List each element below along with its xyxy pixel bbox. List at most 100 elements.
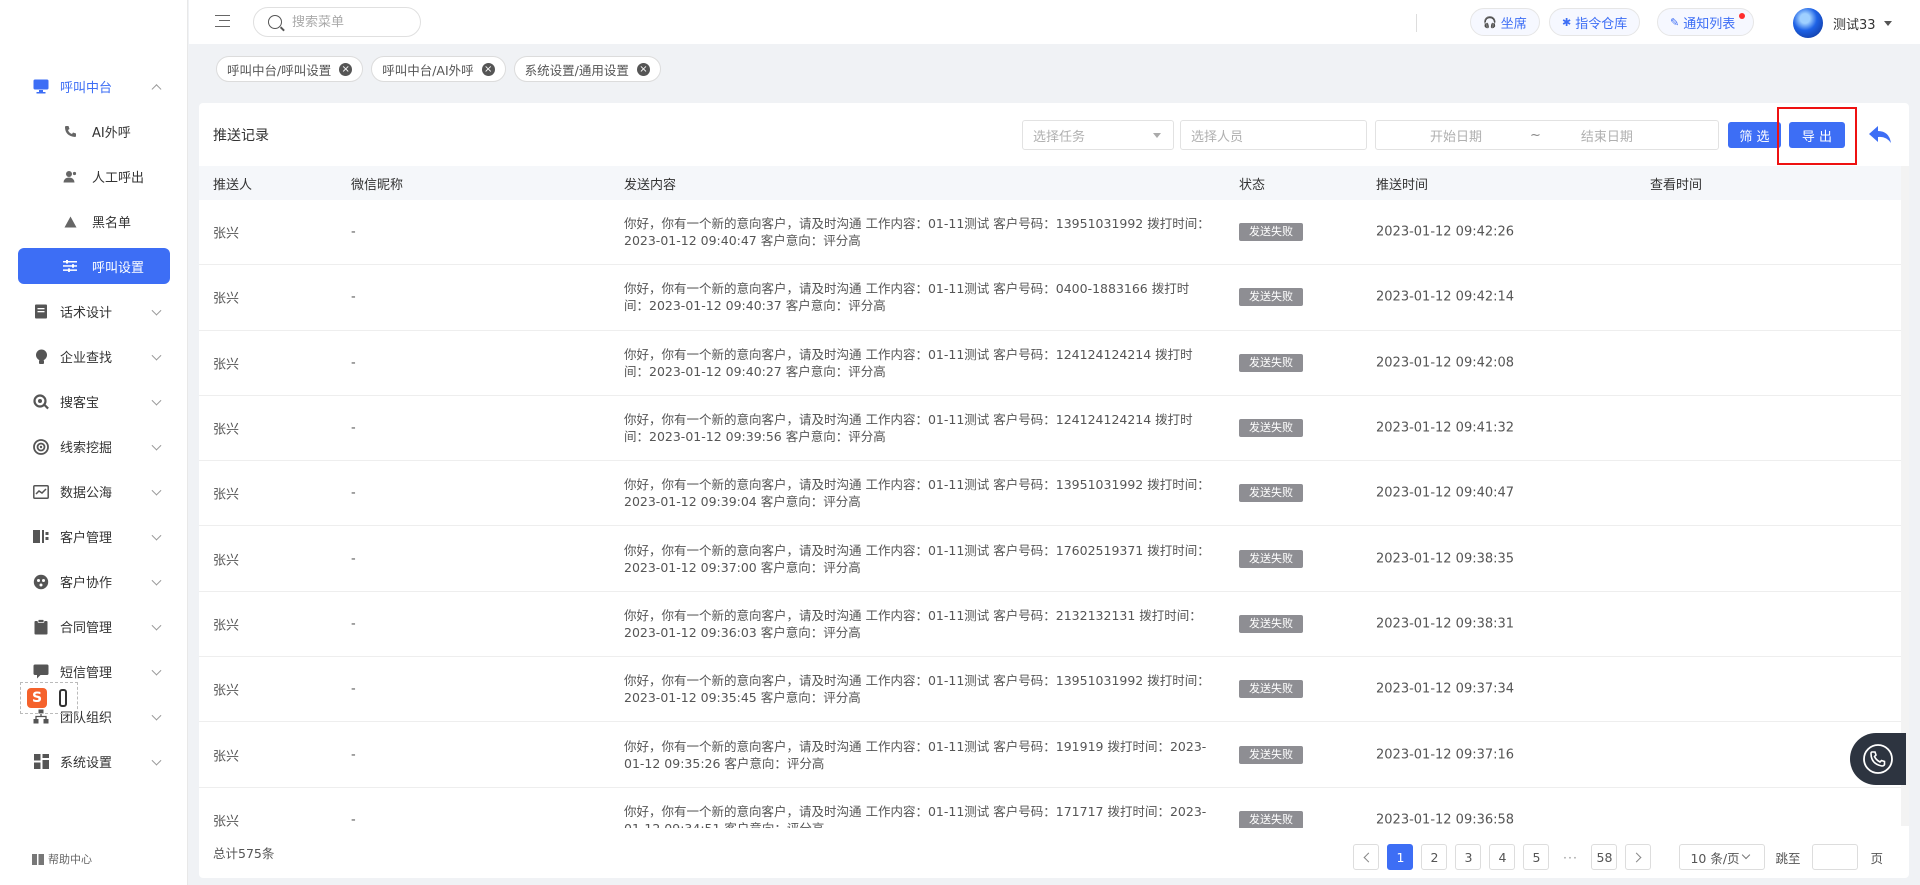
table-row[interactable]: 张兴 - 你好，你有一个新的意向客户，请及时沟通 工作内容：01-11测试 客户… bbox=[199, 526, 1909, 592]
sidebar-item-customer-collaboration[interactable]: 客户协作 bbox=[0, 559, 188, 604]
sidebar-item-soukebao[interactable]: 搜客宝 bbox=[0, 379, 188, 424]
table-row[interactable]: 张兴 - 你好，你有一个新的意向客户，请及时沟通 工作内容：01-11测试 客户… bbox=[199, 657, 1909, 723]
topbar: 🎧 坐席 ✱ 指令仓库 ✎ 通知列表 测试33 bbox=[189, 0, 1920, 44]
sidebar-item-lead-mining[interactable]: 线索挖掘 bbox=[0, 424, 188, 469]
sidebar-item-label: 话术设计 bbox=[60, 306, 113, 321]
chevron-down-icon bbox=[151, 575, 162, 586]
end-date-placeholder: 结束日期 bbox=[1580, 129, 1633, 145]
page-button[interactable]: 3 bbox=[1455, 844, 1482, 870]
table-row[interactable]: 张兴 - 你好，你有一个新的意向客户，请及时沟通 工作内容：01-11测试 客户… bbox=[199, 200, 1909, 266]
sidebar-item-company-search[interactable]: 企业查找 bbox=[0, 334, 188, 379]
next-page-button[interactable] bbox=[1625, 844, 1652, 870]
cell-push-time: 2023-01-12 09:42:14 bbox=[1376, 289, 1515, 305]
sidebar-nav: 呼叫中台 AI外呼 人工呼出 黑名单 呼叫设置 话术设计 企业查找 搜客宝 线索… bbox=[0, 64, 188, 784]
phone-icon bbox=[62, 124, 78, 140]
page-button[interactable]: 1 bbox=[1387, 844, 1414, 870]
sidebar-item-label: 数据公海 bbox=[60, 486, 113, 501]
table-body: 张兴 - 你好，你有一个新的意向客户，请及时沟通 工作内容：01-11测试 客户… bbox=[199, 200, 1909, 828]
table-row[interactable]: 张兴 - 你好，你有一个新的意向客户，请及时沟通 工作内容：01-11测试 客户… bbox=[199, 788, 1909, 828]
sidebar-subitem-label: 人工呼出 bbox=[92, 171, 145, 186]
close-icon[interactable]: × bbox=[481, 62, 495, 76]
status-badge: 发送失败 bbox=[1239, 353, 1303, 372]
close-icon[interactable]: × bbox=[339, 62, 353, 76]
menu-collapse-icon[interactable] bbox=[215, 15, 230, 27]
book-icon bbox=[32, 853, 44, 865]
cell-sender: 张兴 bbox=[213, 749, 240, 765]
page-ellipsis[interactable]: ··· bbox=[1557, 844, 1584, 870]
filter-button[interactable]: 筛 选 bbox=[1728, 122, 1781, 148]
person-icon bbox=[62, 169, 78, 185]
command-repo-label: 指令仓库 bbox=[1575, 16, 1628, 32]
cell-sender: 张兴 bbox=[213, 553, 240, 569]
chart-icon bbox=[32, 483, 50, 501]
sidebar-item-call-center[interactable]: 呼叫中台 bbox=[0, 64, 188, 109]
topbar-divider bbox=[1416, 14, 1417, 32]
floating-call-button[interactable] bbox=[1850, 733, 1906, 785]
chevron-down-icon bbox=[151, 440, 162, 451]
table-row[interactable]: 张兴 - 你好，你有一个新的意向客户，请及时沟通 工作内容：01-11测试 客户… bbox=[199, 592, 1909, 658]
page-button[interactable]: 2 bbox=[1421, 844, 1448, 870]
user-menu[interactable]: 测试33 bbox=[1793, 8, 1892, 38]
notification-list-button[interactable]: ✎ 通知列表 bbox=[1657, 8, 1755, 36]
table-row[interactable]: 张兴 - 你好，你有一个新的意向客户，请及时沟通 工作内容：01-11测试 客户… bbox=[199, 461, 1909, 527]
tag-call-settings[interactable]: 呼叫中台/呼叫设置 × bbox=[216, 56, 364, 82]
task-select[interactable]: 选择任务 bbox=[1022, 120, 1174, 150]
page-button[interactable]: 58 bbox=[1591, 844, 1618, 870]
table-row[interactable]: 张兴 - 你好，你有一个新的意向客户，请及时沟通 工作内容：01-11测试 客户… bbox=[199, 331, 1909, 396]
cell-push-time: 2023-01-12 09:37:34 bbox=[1376, 681, 1515, 697]
command-repo-button[interactable]: ✱ 指令仓库 bbox=[1549, 8, 1641, 36]
team-icon bbox=[32, 573, 50, 591]
prev-page-button[interactable] bbox=[1353, 844, 1380, 870]
jump-page-input[interactable] bbox=[1812, 844, 1859, 870]
table-row[interactable]: 张兴 - 你好，你有一个新的意向客户，请及时沟通 工作内容：01-11测试 客户… bbox=[199, 265, 1909, 331]
table-row[interactable]: 张兴 - 你好，你有一个新的意向客户，请及时沟通 工作内容：01-11测试 客户… bbox=[199, 396, 1909, 462]
menu-search[interactable] bbox=[253, 7, 421, 37]
sidebar-item-label: 企业查找 bbox=[60, 351, 113, 366]
table-row[interactable]: 张兴 - 你好，你有一个新的意向客户，请及时沟通 工作内容：01-11测试 客户… bbox=[199, 722, 1909, 788]
ime-toolbar[interactable]: S bbox=[20, 682, 78, 714]
tag-label: 系统设置/通用设置 bbox=[524, 62, 629, 78]
back-icon[interactable] bbox=[1867, 123, 1893, 147]
sidebar: 呼叫中台 AI外呼 人工呼出 黑名单 呼叫设置 话术设计 企业查找 搜客宝 线索… bbox=[0, 0, 188, 885]
tag-general-settings[interactable]: 系统设置/通用设置 × bbox=[513, 56, 661, 82]
table-scrollbar[interactable] bbox=[1901, 166, 1909, 826]
sidebar-item-system-settings[interactable]: 系统设置 bbox=[0, 739, 188, 784]
clipboard-icon bbox=[32, 618, 50, 636]
sidebar-subitem-manual-call[interactable]: 人工呼出 bbox=[0, 154, 188, 199]
caret-down-icon bbox=[1883, 20, 1892, 26]
page-button[interactable]: 4 bbox=[1489, 844, 1516, 870]
cell-sender: 张兴 bbox=[213, 487, 240, 503]
caret-down-icon bbox=[1153, 133, 1161, 138]
status-badge: 发送失败 bbox=[1239, 549, 1303, 568]
sidebar-item-customer-management[interactable]: 客户管理 bbox=[0, 514, 188, 559]
menu-search-input[interactable] bbox=[292, 14, 402, 30]
cell-content: 你好，你有一个新的意向客户，请及时沟通 工作内容：01-11测试 客户号码：12… bbox=[624, 412, 1193, 445]
header-nickname: 微信昵称 bbox=[351, 177, 404, 193]
cell-nickname: - bbox=[351, 747, 356, 763]
sidebar-item-data-pool[interactable]: 数据公海 bbox=[0, 469, 188, 514]
sidebar-subitem-blacklist[interactable]: 黑名单 bbox=[0, 199, 188, 244]
agent-button[interactable]: 🎧 坐席 bbox=[1470, 8, 1540, 36]
cell-push-time: 2023-01-12 09:36:58 bbox=[1376, 812, 1515, 828]
sidebar-subitem-ai-call[interactable]: AI外呼 bbox=[0, 109, 188, 154]
sliders-icon bbox=[62, 258, 78, 274]
sidebar-item-label: 客户协作 bbox=[60, 576, 113, 591]
person-select[interactable]: 选择人员 bbox=[1180, 120, 1367, 150]
sidebar-item-contract-management[interactable]: 合同管理 bbox=[0, 604, 188, 649]
warning-icon bbox=[62, 214, 78, 230]
cell-content: 你好，你有一个新的意向客户，请及时沟通 工作内容：01-11测试 客户号码：19… bbox=[624, 738, 1207, 771]
headset-icon: 🎧 bbox=[1483, 15, 1497, 29]
help-center-link[interactable]: 帮助中心 bbox=[32, 851, 92, 867]
date-range-picker[interactable]: 开始日期 ~ 结束日期 bbox=[1375, 120, 1719, 150]
cell-content: 你好，你有一个新的意向客户，请及时沟通 工作内容：01-11测试 客户号码：21… bbox=[624, 607, 1202, 640]
close-icon[interactable]: × bbox=[636, 62, 650, 76]
sidebar-item-script-design[interactable]: 话术设计 bbox=[0, 289, 188, 334]
tag-ai-call[interactable]: 呼叫中台/AI外呼 × bbox=[371, 56, 506, 82]
sidebar-item-label: 客户管理 bbox=[60, 531, 113, 546]
page-button[interactable]: 5 bbox=[1523, 844, 1550, 870]
page-size-label: 10 条/页 bbox=[1690, 850, 1740, 866]
sidebar-subitem-call-settings[interactable]: 呼叫设置 bbox=[18, 248, 170, 284]
cell-content: 你好，你有一个新的意向客户，请及时沟通 工作内容：01-11测试 客户号码：04… bbox=[624, 281, 1190, 314]
page-size-select[interactable]: 10 条/页 bbox=[1679, 844, 1766, 870]
monitor-icon bbox=[32, 78, 50, 96]
